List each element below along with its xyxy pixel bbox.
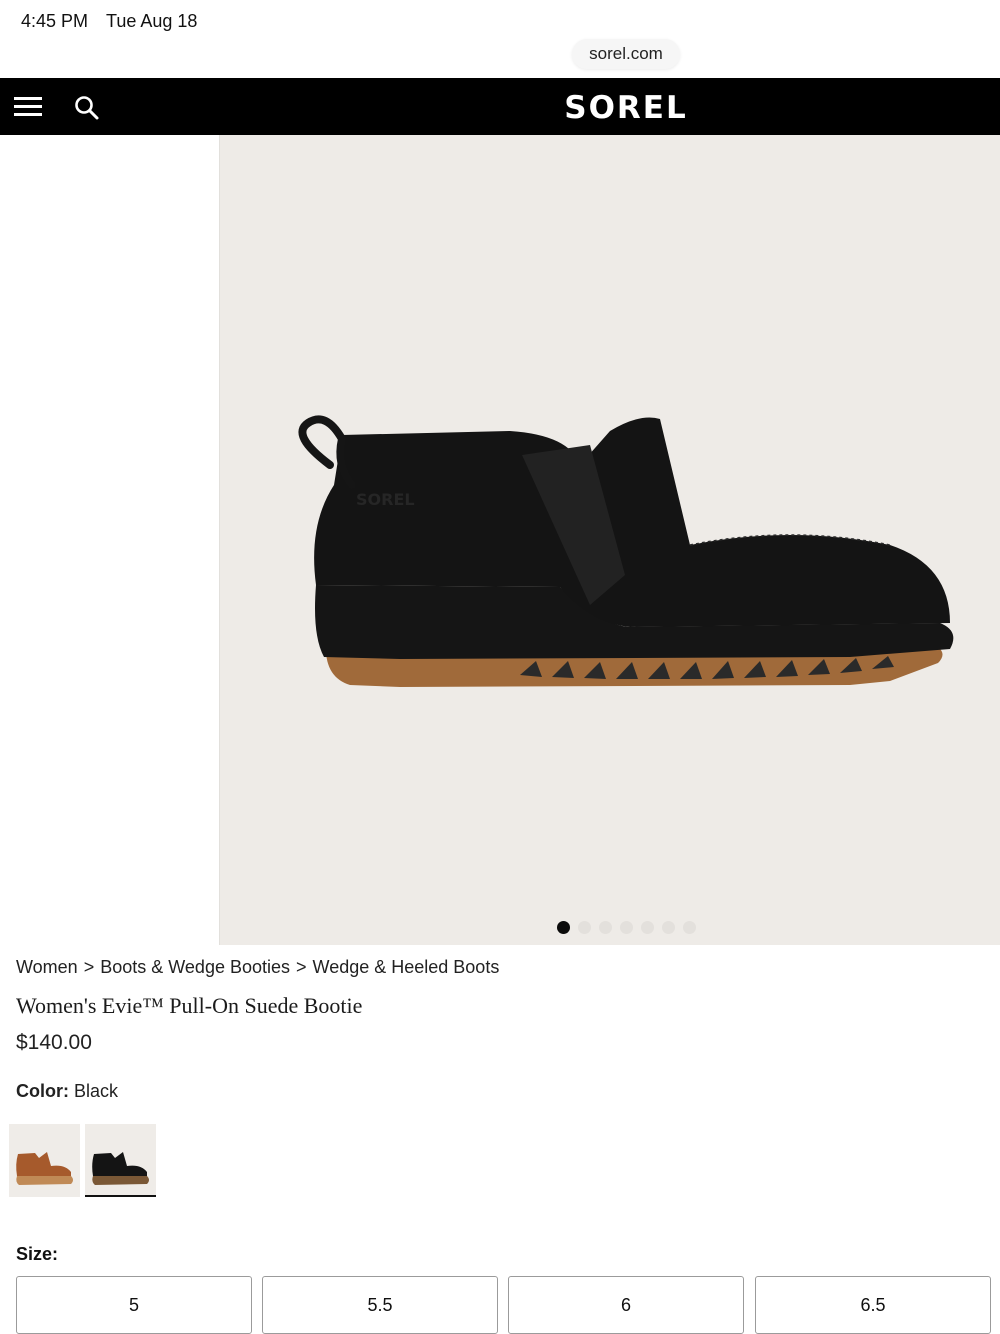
product-image-carousel[interactable]: SOREL <box>219 135 1000 945</box>
brown-boot-thumbnail <box>16 1152 73 1185</box>
site-header: SOREL <box>0 78 1000 135</box>
size-option-5[interactable]: 5 <box>16 1276 252 1334</box>
color-value: Black <box>74 1081 119 1101</box>
breadcrumb-separator: > <box>296 957 307 977</box>
breadcrumb-boots-wedge-booties[interactable]: Boots & Wedge Booties <box>100 957 290 978</box>
carousel-dot[interactable] <box>662 921 675 934</box>
carousel-dot[interactable] <box>557 921 570 934</box>
color-label: Color: <box>16 1081 69 1101</box>
size-label: Size: <box>16 1244 59 1264</box>
size-option-5-5[interactable]: 5.5 <box>262 1276 498 1334</box>
carousel-dot[interactable] <box>641 921 654 934</box>
black-boot-thumbnail <box>92 1152 149 1185</box>
color-swatch-black[interactable] <box>85 1124 156 1197</box>
boot-image: SOREL <box>298 415 954 687</box>
product-price: $140.00 <box>16 1031 92 1054</box>
color-swatch-brown[interactable] <box>9 1124 80 1197</box>
carousel-dot[interactable] <box>620 921 633 934</box>
breadcrumb-wedge-heeled-boots[interactable]: Wedge & Heeled Boots <box>313 957 500 978</box>
carousel-dots <box>557 921 696 935</box>
color-selection-label: Color: Black <box>16 1081 118 1102</box>
status-date: Tue Aug 18 <box>106 11 198 31</box>
carousel-dot[interactable] <box>683 921 696 934</box>
status-time: 4:45 PM <box>21 11 89 31</box>
search-icon[interactable] <box>73 94 101 122</box>
svg-text:SOREL: SOREL <box>356 490 415 509</box>
size-option-6-5[interactable]: 6.5 <box>755 1276 991 1334</box>
status-bar: 4:45 PM Tue Aug 18 sorel.com <box>0 0 1000 78</box>
breadcrumb-separator: > <box>83 957 95 977</box>
breadcrumb: Women > Boots & Wedge Booties > Wedge & … <box>16 957 499 978</box>
sorel-logo[interactable]: SOREL <box>540 88 712 128</box>
carousel-dot[interactable] <box>599 921 612 934</box>
size-option-6[interactable]: 6 <box>508 1276 744 1334</box>
address-bar[interactable]: sorel.com <box>572 39 680 69</box>
product-title: Women's Evie™ Pull-On Suede Bootie <box>16 993 363 1018</box>
breadcrumb-women[interactable]: Women <box>16 957 78 978</box>
carousel-dot[interactable] <box>578 921 591 934</box>
menu-icon[interactable] <box>14 95 44 119</box>
